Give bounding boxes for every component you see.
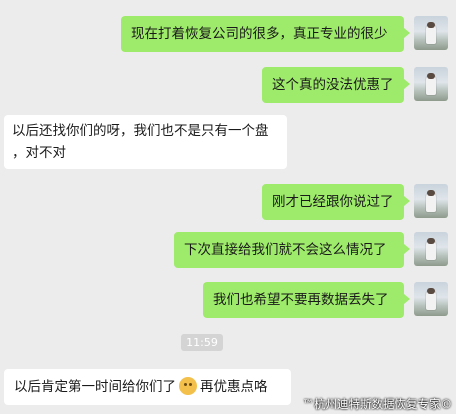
message-text: 再优惠点咯 <box>200 379 268 395</box>
message-bubble-received[interactable]: 以后还找你们的呀，我们也不是只有一个盘 ，对不对 <box>4 115 287 169</box>
message-text: 以后还找你们的呀，我们也不是只有一个盘 <box>12 123 269 139</box>
message-bubble-sent[interactable]: 现在打着恢复公司的很多，真正专业的很少 <box>121 16 410 52</box>
message-bubble-sent[interactable]: 我们也希望不要再数据丢失了 <box>203 282 410 318</box>
watermark: ™杭州迪特斯数据恢复专家© <box>302 397 453 411</box>
message-bubble-received[interactable]: 以后肯定第一时间给你们了 再优惠点咯 <box>4 369 291 405</box>
avatar[interactable] <box>414 16 448 50</box>
message-text: 刚才已经跟你说过了 <box>272 194 394 210</box>
message-bubble-sent[interactable]: 刚才已经跟你说过了 <box>262 184 410 220</box>
message-text: 这个真的没法优惠了 <box>272 77 394 93</box>
message-bubble-sent[interactable]: 下次直接给我们就不会这么情况了 <box>174 232 410 268</box>
avatar[interactable] <box>414 232 448 266</box>
message-bubble-sent[interactable]: 这个真的没法优惠了 <box>262 67 410 103</box>
smile-emoji-icon <box>179 377 197 395</box>
avatar[interactable] <box>414 282 448 316</box>
message-text: 下次直接给我们就不会这么情况了 <box>184 242 387 258</box>
message-text: 现在打着恢复公司的很多，真正专业的很少 <box>131 26 388 42</box>
message-text: 我们也希望不要再数据丢失了 <box>213 292 389 308</box>
avatar[interactable] <box>414 184 448 218</box>
timestamp: 11:59 <box>181 334 223 351</box>
message-text: 以后肯定第一时间给你们了 <box>14 379 176 395</box>
message-text: ，对不对 <box>12 145 66 161</box>
avatar[interactable] <box>414 67 448 101</box>
